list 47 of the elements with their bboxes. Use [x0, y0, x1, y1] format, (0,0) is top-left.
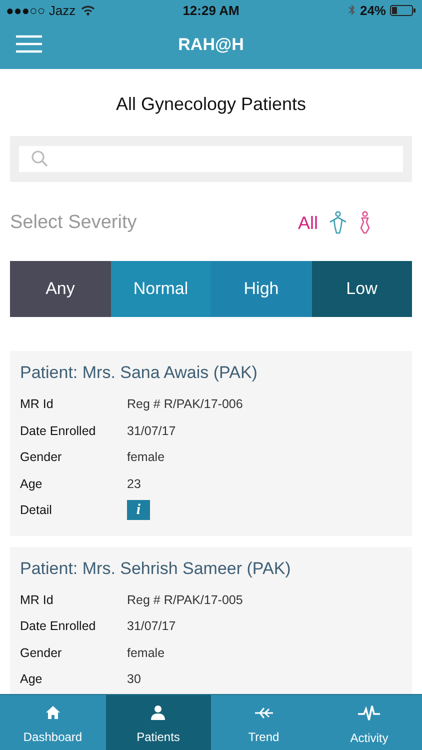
field-value: 30	[127, 672, 141, 686]
tab-item[interactable]: Dashboard	[0, 695, 106, 750]
severity-tab[interactable]: High	[211, 261, 312, 317]
severity-tab[interactable]: Low	[312, 261, 412, 317]
field-label: MR Id	[20, 397, 54, 412]
patient-name: Patient: Mrs. Sana Awais (PAK)	[20, 363, 258, 383]
clock-text: 12:29 AM	[182, 2, 240, 18]
field-value: Reg # R/PAK/17-005	[127, 592, 243, 607]
field-label: Date Enrolled	[20, 424, 97, 438]
female-figure-icon[interactable]	[358, 211, 372, 235]
field-value: 31/07/17	[127, 619, 176, 634]
carrier-text: ●●●○○ Jazz	[6, 2, 76, 18]
patient-name: Patient: Mrs. Sehrish Sameer (PAK)	[20, 558, 292, 578]
field-value: female	[127, 450, 165, 464]
field-value: female	[127, 646, 165, 660]
field-value: Reg # R/PAK/17-006	[127, 397, 243, 412]
branch-arrow-icon	[254, 706, 274, 720]
severity-tab[interactable]: Normal	[110, 261, 211, 317]
info-button[interactable]: i	[127, 500, 150, 520]
battery-icon	[390, 4, 416, 16]
person-icon	[150, 705, 166, 720]
search-icon	[31, 150, 49, 168]
app-title: RAH@H	[178, 34, 244, 54]
tab-item[interactable]: Patients	[106, 695, 211, 750]
field-label: Gender	[20, 646, 63, 660]
field-value: 23	[127, 476, 141, 491]
field-label: Detail	[20, 503, 53, 518]
tab-item[interactable]: Activity	[316, 695, 422, 750]
wifi-icon	[80, 4, 95, 16]
male-figure-icon[interactable]	[328, 211, 348, 235]
search-field[interactable]	[19, 146, 403, 172]
severity-label: Select Severity	[10, 212, 137, 234]
field-label: Date Enrolled	[20, 619, 97, 634]
tab-item[interactable]: Trend	[211, 695, 316, 750]
field-label: Gender	[20, 450, 63, 464]
field-label: Age	[20, 476, 44, 491]
field-value: 31/07/17	[127, 424, 176, 438]
battery-text: 24%	[360, 2, 386, 18]
field-label: Age	[20, 672, 44, 686]
menu-icon[interactable]	[16, 35, 42, 53]
severity-tab[interactable]: Any	[10, 261, 110, 317]
page-title: All Gynecology Patients	[114, 94, 308, 115]
house-icon	[44, 705, 61, 720]
all-filter[interactable]: All	[298, 212, 318, 234]
pulse-icon	[357, 704, 382, 720]
field-label: MR Id	[20, 592, 54, 607]
bluetooth-icon	[348, 4, 356, 16]
